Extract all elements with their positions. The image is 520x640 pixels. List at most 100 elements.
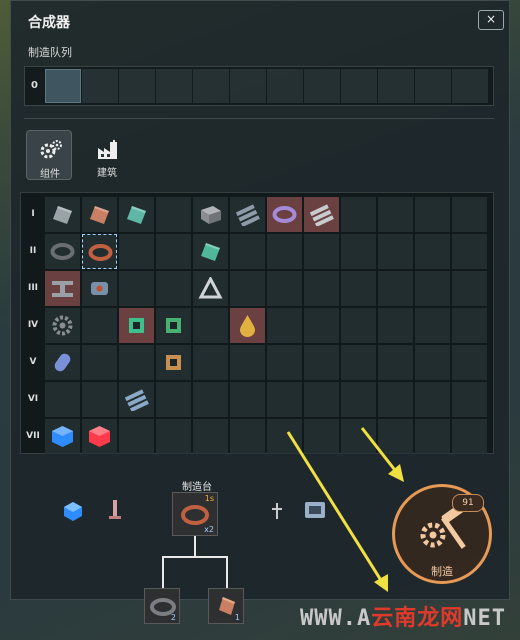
grid-cell-empty[interactable]	[452, 419, 487, 454]
grid-cell-empty[interactable]	[193, 419, 228, 454]
queue-slot[interactable]	[193, 69, 229, 103]
grid-cell-empty[interactable]	[156, 419, 191, 454]
grid-cell-empty[interactable]	[193, 345, 228, 380]
grid-cell-item[interactable]	[304, 197, 339, 232]
grid-cell-empty[interactable]	[415, 271, 450, 306]
grid-cell-empty[interactable]	[378, 345, 413, 380]
grid-cell-empty[interactable]	[230, 382, 265, 417]
tab-buildings[interactable]: 建筑	[84, 130, 130, 180]
grid-cell-item[interactable]	[82, 419, 117, 454]
grid-cell-empty[interactable]	[230, 271, 265, 306]
grid-cell-item[interactable]	[230, 197, 265, 232]
grid-cell-item[interactable]	[45, 308, 80, 343]
grid-cell-empty[interactable]	[304, 382, 339, 417]
recipe-output-slot[interactable]: 1s x2	[172, 492, 218, 536]
grid-cell-empty[interactable]	[230, 345, 265, 380]
grid-cell-empty[interactable]	[415, 382, 450, 417]
grid-cell-empty[interactable]	[267, 382, 302, 417]
grid-cell-empty[interactable]	[341, 197, 376, 232]
grid-cell-empty[interactable]	[378, 271, 413, 306]
grid-cell-empty[interactable]	[119, 234, 154, 269]
ingredient-slot[interactable]: 1	[208, 588, 244, 624]
ingredient-slot[interactable]: 2	[144, 588, 180, 624]
grid-cell-item[interactable]	[45, 234, 80, 269]
grid-cell-empty[interactable]	[378, 308, 413, 343]
grid-cell-empty[interactable]	[378, 234, 413, 269]
queue-slot[interactable]	[341, 69, 377, 103]
queue-slot[interactable]	[267, 69, 303, 103]
grid-cell-item[interactable]	[193, 197, 228, 232]
grid-cell-item[interactable]	[193, 271, 228, 306]
queue-slot[interactable]	[452, 69, 488, 103]
grid-cell-item[interactable]	[156, 345, 191, 380]
queue-slot[interactable]	[45, 69, 81, 103]
grid-cell-empty[interactable]	[304, 308, 339, 343]
queue-slot[interactable]	[156, 69, 192, 103]
grid-cell-empty[interactable]	[452, 345, 487, 380]
grid-cell-empty[interactable]	[267, 345, 302, 380]
grid-cell-empty[interactable]	[415, 234, 450, 269]
grid-cell-empty[interactable]	[304, 419, 339, 454]
grid-cell-item[interactable]	[230, 308, 265, 343]
grid-cell-empty[interactable]	[341, 234, 376, 269]
queue-slot[interactable]	[119, 69, 155, 103]
grid-cell-empty[interactable]	[193, 308, 228, 343]
grid-cell-empty[interactable]	[156, 197, 191, 232]
grid-cell-empty[interactable]	[341, 271, 376, 306]
grid-cell-empty[interactable]	[304, 234, 339, 269]
grid-cell-empty[interactable]	[415, 345, 450, 380]
grid-cell-empty[interactable]	[230, 419, 265, 454]
grid-cell-empty[interactable]	[230, 234, 265, 269]
grid-cell-empty[interactable]	[341, 345, 376, 380]
grid-cell-item[interactable]	[45, 271, 80, 306]
grid-cell-empty[interactable]	[45, 382, 80, 417]
queue-slot[interactable]	[82, 69, 118, 103]
grid-cell-item[interactable]	[119, 308, 154, 343]
grid-cell-empty[interactable]	[452, 197, 487, 232]
grid-cell-empty[interactable]	[156, 271, 191, 306]
grid-cell-item[interactable]	[82, 271, 117, 306]
grid-cell-empty[interactable]	[378, 382, 413, 417]
grid-cell-item[interactable]	[45, 345, 80, 380]
grid-cell-empty[interactable]	[341, 308, 376, 343]
grid-cell-empty[interactable]	[415, 419, 450, 454]
grid-cell-item[interactable]	[82, 234, 117, 269]
grid-cell-empty[interactable]	[415, 197, 450, 232]
grid-cell-empty[interactable]	[119, 271, 154, 306]
grid-cell-empty[interactable]	[267, 234, 302, 269]
grid-cell-empty[interactable]	[452, 234, 487, 269]
grid-cell-empty[interactable]	[267, 271, 302, 306]
grid-cell-empty[interactable]	[341, 419, 376, 454]
grid-cell-item[interactable]	[119, 382, 154, 417]
grid-cell-empty[interactable]	[267, 308, 302, 343]
grid-cell-empty[interactable]	[193, 382, 228, 417]
grid-cell-empty[interactable]	[304, 345, 339, 380]
grid-cell-item[interactable]	[82, 197, 117, 232]
grid-cell-item[interactable]	[45, 419, 80, 454]
grid-cell-empty[interactable]	[119, 419, 154, 454]
grid-cell-item[interactable]	[267, 197, 302, 232]
close-button[interactable]: ×	[478, 10, 504, 30]
grid-cell-empty[interactable]	[267, 419, 302, 454]
grid-cell-empty[interactable]	[82, 308, 117, 343]
grid-cell-empty[interactable]	[452, 382, 487, 417]
grid-cell-empty[interactable]	[378, 197, 413, 232]
grid-cell-item[interactable]	[119, 197, 154, 232]
grid-cell-empty[interactable]	[156, 382, 191, 417]
grid-cell-empty[interactable]	[82, 345, 117, 380]
grid-cell-empty[interactable]	[452, 271, 487, 306]
grid-cell-empty[interactable]	[378, 419, 413, 454]
grid-cell-empty[interactable]	[341, 382, 376, 417]
grid-cell-empty[interactable]	[304, 271, 339, 306]
grid-cell-item[interactable]	[156, 308, 191, 343]
queue-slot[interactable]	[378, 69, 414, 103]
grid-cell-empty[interactable]	[452, 308, 487, 343]
grid-cell-empty[interactable]	[82, 382, 117, 417]
tab-components[interactable]: 组件	[26, 130, 72, 180]
grid-cell-empty[interactable]	[156, 234, 191, 269]
grid-cell-item[interactable]	[193, 234, 228, 269]
queue-slot[interactable]	[230, 69, 266, 103]
grid-cell-item[interactable]	[45, 197, 80, 232]
grid-cell-empty[interactable]	[415, 308, 450, 343]
queue-slot[interactable]	[415, 69, 451, 103]
